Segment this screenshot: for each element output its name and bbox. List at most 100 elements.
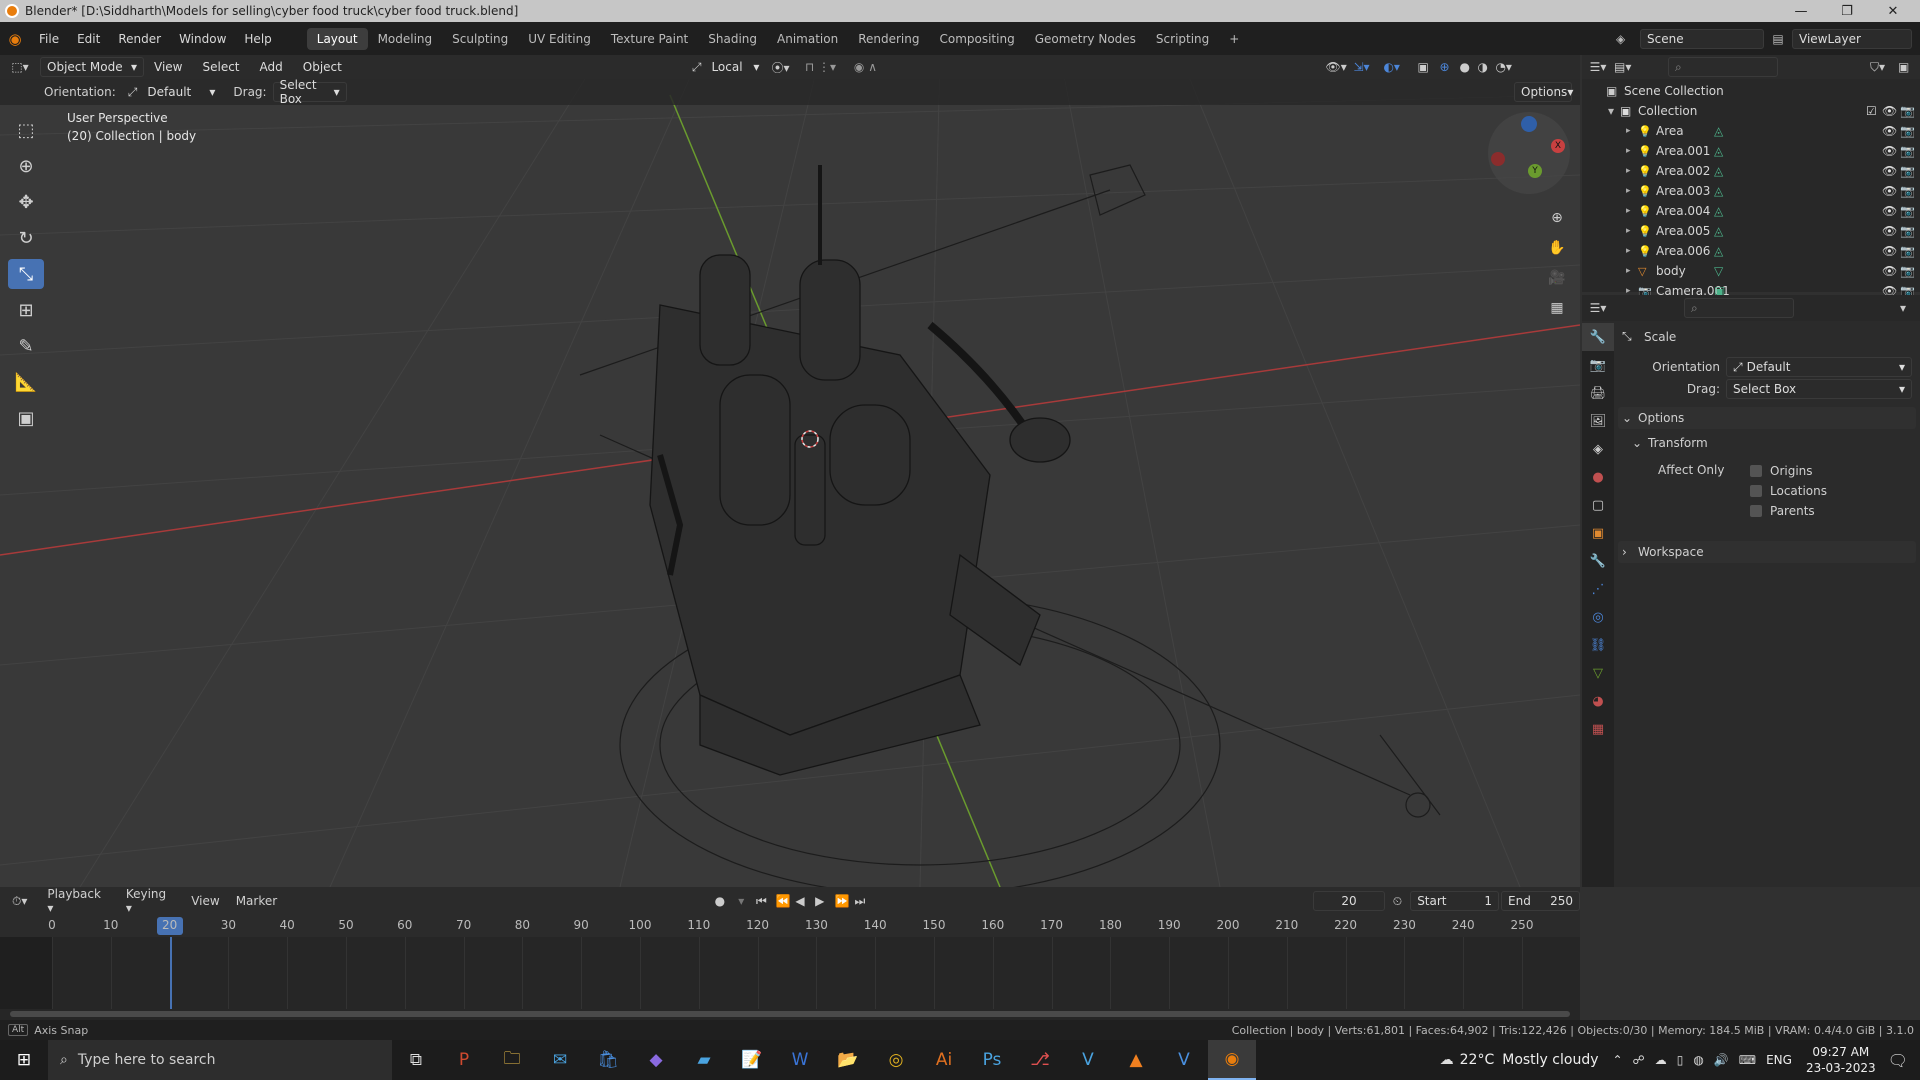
camera-render-icon[interactable]: 📷	[1900, 224, 1920, 238]
timeline-menu-view[interactable]: View	[183, 894, 227, 908]
outliner-item[interactable]: ▸ 💡 Area.005 ◬ 👁 📷	[1582, 221, 1920, 241]
add-workspace-button[interactable]: +	[1219, 28, 1249, 50]
terminal-app-icon[interactable]: ▰	[680, 1040, 728, 1080]
menu-help[interactable]: Help	[235, 32, 280, 46]
tab-compositing[interactable]: Compositing	[929, 28, 1024, 50]
gizmo-x-icon[interactable]: X	[1551, 139, 1565, 153]
scene-field[interactable]: Scene	[1640, 28, 1764, 49]
expand-arrow-icon[interactable]: ▸	[1626, 226, 1638, 236]
outliner-item[interactable]: ▸ 💡 Area.002 ◬ 👁 📷	[1582, 161, 1920, 181]
camera-render-icon[interactable]: 📷	[1900, 104, 1920, 118]
workspace-panel-header[interactable]: › Workspace	[1618, 541, 1916, 563]
expand-arrow-icon[interactable]: ▸	[1626, 186, 1638, 196]
outliner-editor-icon[interactable]: ☰▾	[1582, 60, 1614, 74]
close-button[interactable]: ✕	[1870, 0, 1916, 22]
blender-app-icon[interactable]: ◉	[1208, 1040, 1256, 1080]
drag-dropdown[interactable]: Select Box ▾	[1726, 379, 1912, 399]
object-tab-icon[interactable]: ▣	[1582, 519, 1614, 547]
tab-scripting[interactable]: Scripting	[1146, 28, 1219, 50]
tab-sculpting[interactable]: Sculpting	[442, 28, 518, 50]
viewport-menu-select[interactable]: Select	[192, 60, 249, 74]
next-keyframe-icon[interactable]: ⏩	[835, 894, 855, 908]
expand-arrow-icon[interactable]: ▾	[1608, 104, 1620, 118]
viewport-menu-add[interactable]: Add	[250, 60, 293, 74]
properties-search-input[interactable]: ⌕	[1684, 298, 1794, 318]
notepad-app-icon[interactable]: 📝	[728, 1040, 776, 1080]
locations-checkbox[interactable]	[1750, 485, 1762, 497]
eye-icon[interactable]: 👁	[1882, 264, 1900, 278]
mail-app-icon[interactable]: ✉	[536, 1040, 584, 1080]
tab-uv-editing[interactable]: UV Editing	[518, 28, 601, 50]
eye-icon[interactable]: 👁	[1882, 124, 1900, 138]
vlc-app-icon[interactable]: ▲	[1112, 1040, 1160, 1080]
scene-collection-row[interactable]: ▣ Scene Collection	[1582, 81, 1920, 101]
3d-viewport[interactable]: ⬚▾ Object Mode ▾ View Select Add Object …	[0, 55, 1580, 887]
tab-modeling[interactable]: Modeling	[368, 28, 443, 50]
physics-tab-icon[interactable]: ◎	[1582, 603, 1614, 631]
texture-tab-icon[interactable]: ▦	[1582, 715, 1614, 743]
outliner-item[interactable]: ▸ 💡 Area.003 ◬ 👁 📷	[1582, 181, 1920, 201]
timeline-menu-marker[interactable]: Marker	[228, 894, 285, 908]
play-icon[interactable]: ▶	[815, 894, 835, 908]
timeline-editor[interactable]: ⏱▾ Playback ▾ Keying ▾ View Marker ● ▾ ⏮…	[0, 887, 1581, 1023]
store-app-icon[interactable]: 🛍	[584, 1040, 632, 1080]
cursor-tool-icon[interactable]: ⊕	[8, 151, 44, 181]
menu-file[interactable]: File	[30, 32, 68, 46]
tool-tab-icon[interactable]: 🔧	[1582, 323, 1614, 351]
menu-edit[interactable]: Edit	[68, 32, 109, 46]
shading-material-icon[interactable]: ◑	[1477, 60, 1495, 74]
output-tab-icon[interactable]: 🖨	[1582, 379, 1614, 407]
proportional-editing-icon[interactable]: ◉ ∧	[845, 60, 885, 74]
pan-hand-icon[interactable]: ✋	[1544, 235, 1570, 261]
scale-tool-icon[interactable]: ⤡	[8, 259, 44, 289]
jump-start-icon[interactable]: ⏮	[756, 894, 776, 909]
transform-space-dropdown[interactable]: Local ▾	[705, 57, 765, 77]
camera-render-icon[interactable]: 📷	[1900, 244, 1920, 258]
battery-icon[interactable]: ▯	[1677, 1053, 1684, 1067]
expand-arrow-icon[interactable]: ▸	[1626, 126, 1638, 136]
collection-row[interactable]: ▾ ▣ Collection ☑ 👁 📷	[1582, 101, 1920, 121]
language-indicator[interactable]: ENG	[1766, 1053, 1792, 1067]
expand-arrow-icon[interactable]: ▸	[1626, 246, 1638, 256]
origins-checkbox-row[interactable]: Origins	[1750, 461, 1900, 481]
gizmo-z-icon[interactable]	[1521, 116, 1537, 132]
outliner-item[interactable]: ▸ 💡 Area.006 ◬ 👁 📷	[1582, 241, 1920, 261]
gizmo-toggle-icon[interactable]: ⇲▾	[1353, 60, 1383, 74]
clock[interactable]: 09:27 AM 23-03-2023	[1806, 1044, 1876, 1076]
orientation-dropdown[interactable]: ⤢ Default ▾	[1726, 357, 1912, 377]
task-view-icon[interactable]: ⧉	[392, 1040, 440, 1080]
pivot-point-icon[interactable]: ⦿▾	[765, 59, 795, 76]
tab-rendering[interactable]: Rendering	[848, 28, 929, 50]
options-dropdown[interactable]: Options ▾	[1514, 82, 1573, 102]
timeline-track-area[interactable]	[0, 937, 1580, 1017]
scene-icon[interactable]: ◈	[1616, 32, 1640, 46]
eye-icon[interactable]: 👁	[1882, 184, 1900, 198]
git-app-icon[interactable]: ⎇	[1016, 1040, 1064, 1080]
expand-arrow-icon[interactable]: ▸	[1626, 266, 1638, 276]
chrome-app-icon[interactable]: ◎	[872, 1040, 920, 1080]
camera-render-icon[interactable]: 📷	[1900, 124, 1920, 138]
gizmo-y-icon[interactable]: Y	[1528, 164, 1542, 178]
overlay-toggle-icon[interactable]: ◐▾	[1383, 60, 1417, 74]
add-cube-tool-icon[interactable]: ▣	[8, 403, 44, 433]
volume-icon[interactable]: 🔊	[1714, 1053, 1729, 1067]
messenger-app-icon[interactable]: ◆	[632, 1040, 680, 1080]
expand-arrow-icon[interactable]: ▸	[1626, 206, 1638, 216]
light-data-icon[interactable]: ◬	[1714, 184, 1732, 198]
shading-rendered-icon[interactable]: ◔▾	[1495, 60, 1515, 74]
eye-icon[interactable]: 👁	[1882, 104, 1900, 118]
viewlayer-icon[interactable]: ▤	[1764, 32, 1792, 46]
play-reverse-icon[interactable]: ◀	[795, 894, 815, 908]
parents-checkbox-row[interactable]: Parents	[1750, 501, 1900, 521]
outliner-search-input[interactable]: ⌕	[1668, 57, 1778, 77]
camera-view-icon[interactable]: 🎥	[1544, 265, 1570, 291]
start-frame-field[interactable]: Start 1	[1410, 891, 1500, 911]
illustrator-app-icon[interactable]: Ai	[920, 1040, 968, 1080]
tab-geometry-nodes[interactable]: Geometry Nodes	[1025, 28, 1146, 50]
xray-toggle-icon[interactable]: ▣	[1417, 60, 1439, 74]
taskbar-search-box[interactable]: ⌕ Type here to search	[48, 1040, 392, 1080]
new-collection-icon[interactable]: ▣	[1898, 60, 1920, 74]
move-tool-icon[interactable]: ✥	[8, 187, 44, 217]
world-tab-icon[interactable]: ●	[1582, 463, 1614, 491]
light-data-icon[interactable]: ◬	[1714, 124, 1732, 138]
